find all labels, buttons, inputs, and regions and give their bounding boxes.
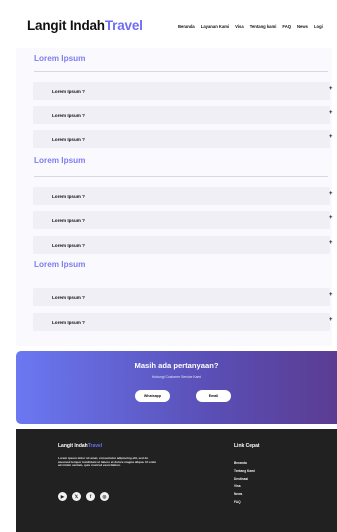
faq-question: Lorem Ipsum ? (52, 88, 85, 94)
footer-link-faq[interactable]: FAQ (234, 500, 255, 508)
faq-item[interactable]: Lorem Ipsum ? + (33, 313, 333, 331)
faq-question: Lorem Ipsum ? (52, 319, 85, 325)
social-links: ▶ 𝕏 f ◎ (58, 492, 109, 501)
footer-brand-accent: Travel (87, 443, 103, 449)
footer-description: Lorem ipsum dolor sit amet, consectetur … (58, 456, 157, 468)
plus-icon[interactable]: + (329, 191, 333, 197)
brand-accent-text: Travel (104, 18, 143, 33)
footer-link-beranda[interactable]: Beranda (234, 461, 255, 469)
faq-question: Lorem Ipsum ? (52, 136, 85, 142)
faq-item[interactable]: Lorem Ipsum ? + (33, 82, 333, 100)
faq-content: Lorem Ipsum Lorem Ipsum ? + Lorem Ipsum … (16, 48, 333, 346)
nav-item-beranda[interactable]: Beranda (178, 24, 195, 29)
footer-brand-main: Langit Indah (58, 443, 88, 449)
brand-logo[interactable]: Langit IndahTravel (27, 18, 143, 33)
navbar: Langit IndahTravel Beranda Layanan Kami … (0, 14, 337, 42)
faq-item[interactable]: Lorem Ipsum ? + (33, 106, 333, 124)
section-divider (34, 71, 328, 72)
footer-link-visa[interactable]: Visa (234, 484, 255, 492)
plus-icon[interactable]: + (329, 86, 333, 92)
section-title: Lorem Ipsum (34, 260, 86, 269)
instagram-icon[interactable]: ◎ (100, 492, 109, 501)
plus-icon[interactable]: + (329, 292, 333, 298)
quick-links-title: Link Cepat (234, 443, 260, 449)
youtube-icon[interactable]: ▶ (58, 492, 67, 501)
footer-link-tentang-kami[interactable]: Tentang Kami (234, 469, 255, 477)
faq-question: Lorem Ipsum ? (52, 294, 85, 300)
footer: Langit IndahTravel Lorem ipsum dolor sit… (16, 429, 337, 532)
footer-link-destinasi[interactable]: Destinasi (234, 477, 255, 485)
faq-question: Lorem Ipsum ? (52, 193, 85, 199)
section-title: Lorem Ipsum (34, 156, 86, 165)
nav-item-faq[interactable]: FAQ (282, 24, 291, 29)
email-button[interactable]: Email (196, 390, 231, 402)
plus-icon[interactable]: + (329, 240, 333, 246)
section-title: Lorem Ipsum (34, 54, 86, 63)
faq-question: Lorem Ipsum ? (52, 242, 85, 248)
faq-item[interactable]: Lorem Ipsum ? + (33, 187, 333, 205)
nav-menu: Beranda Layanan Kami Visa Tentang kami F… (178, 24, 323, 29)
faq-item[interactable]: Lorem Ipsum ? + (33, 236, 333, 254)
plus-icon[interactable]: + (329, 134, 333, 140)
whatsapp-button[interactable]: Whatsapp (135, 390, 170, 402)
nav-item-news[interactable]: News (297, 24, 308, 29)
section-divider (34, 176, 328, 177)
x-icon[interactable]: 𝕏 (72, 492, 81, 501)
quick-links-list: Beranda Tentang Kami Destinasi Visa News… (234, 461, 255, 508)
plus-icon[interactable]: + (329, 215, 333, 221)
footer-brand[interactable]: Langit IndahTravel (58, 443, 102, 449)
nav-item-layanan-kami[interactable]: Layanan Kami (201, 24, 229, 29)
faq-item[interactable]: Lorem Ipsum ? + (33, 130, 333, 148)
cta-subtitle: Hubungi Customer Service Kami (151, 375, 202, 379)
nav-item-login[interactable]: Logi (314, 24, 323, 29)
footer-link-news[interactable]: News (234, 492, 255, 500)
contact-cta-banner: Masih ada pertanyaan? Hubungi Customer S… (16, 351, 337, 424)
page: Langit IndahTravel Beranda Layanan Kami … (0, 0, 337, 532)
faq-question: Lorem Ipsum ? (52, 217, 85, 223)
facebook-icon[interactable]: f (86, 492, 95, 501)
faq-item[interactable]: Lorem Ipsum ? + (33, 211, 333, 229)
plus-icon[interactable]: + (329, 317, 333, 323)
brand-main-text: Langit Indah (27, 18, 105, 33)
nav-item-tentang-kami[interactable]: Tentang kami (250, 24, 277, 29)
cta-title: Masih ada pertanyaan? (134, 361, 219, 370)
plus-icon[interactable]: + (329, 110, 333, 116)
faq-question: Lorem Ipsum ? (52, 112, 85, 118)
faq-item[interactable]: Lorem Ipsum ? + (33, 288, 333, 306)
nav-item-visa[interactable]: Visa (235, 24, 244, 29)
